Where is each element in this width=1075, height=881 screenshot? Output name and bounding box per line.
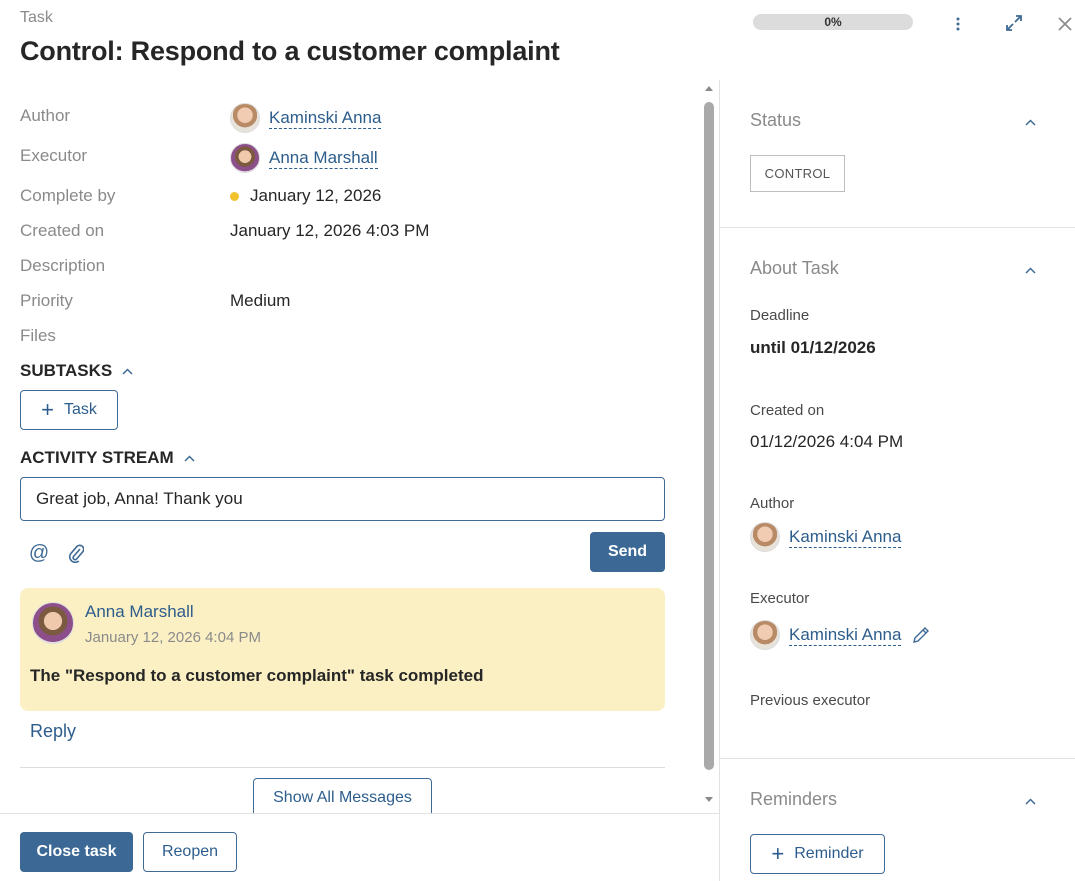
message-text: The "Respond to a customer complaint" ta… xyxy=(30,666,484,685)
divider xyxy=(720,758,1075,759)
plus-icon: + xyxy=(771,841,785,866)
author-link[interactable]: Kaminski Anna xyxy=(789,527,902,548)
add-subtask-label: Task xyxy=(63,401,97,418)
send-button[interactable]: Send xyxy=(590,532,665,572)
deadline-label: Deadline xyxy=(750,307,810,324)
executor-label: Executor xyxy=(750,590,810,607)
avatar xyxy=(230,143,260,173)
breadcrumb: Task xyxy=(20,9,53,26)
author-label: Author xyxy=(750,495,795,512)
plus-icon: + xyxy=(41,397,54,422)
avatar xyxy=(750,522,780,552)
message-author[interactable]: Anna Marshall xyxy=(85,602,194,622)
complete-by-date: January 12, 2026 xyxy=(250,186,382,205)
close-icon[interactable] xyxy=(1055,14,1075,34)
executor-value: Kaminski Anna xyxy=(750,620,931,650)
about-task-section-title: About Task xyxy=(750,258,839,278)
more-options-icon[interactable] xyxy=(948,14,968,34)
files-label: Files xyxy=(20,326,56,345)
comment-input[interactable]: Great job, Anna! Thank you xyxy=(20,477,665,521)
created-on-value: 01/12/2026 4:04 PM xyxy=(750,432,904,451)
author-label: Author xyxy=(20,106,71,125)
deadline-value: until 01/12/2026 xyxy=(750,338,876,357)
activity-stream-heading[interactable]: ACTIVITY STREAM xyxy=(20,448,195,468)
mention-icon[interactable]: @ xyxy=(28,542,50,564)
chevron-up-icon[interactable] xyxy=(1025,794,1036,808)
author-value: Kaminski Anna xyxy=(230,103,382,133)
activity-message: Anna Marshall January 12, 2026 4:04 PM T… xyxy=(20,588,665,711)
scroll-down-icon[interactable] xyxy=(705,797,713,802)
chevron-up-icon[interactable] xyxy=(184,451,195,465)
divider xyxy=(20,767,665,768)
footer-bar: Close task Reopen xyxy=(0,813,720,881)
divider xyxy=(720,227,1075,228)
panel-divider xyxy=(719,80,720,881)
chevron-up-icon[interactable] xyxy=(1025,263,1036,277)
executor-label: Executor xyxy=(20,146,88,165)
reminders-section-title: Reminders xyxy=(750,789,838,809)
add-reminder-button[interactable]: + Reminder xyxy=(750,834,885,874)
complete-by-label: Complete by xyxy=(20,186,116,205)
deadline-status-dot xyxy=(230,191,239,201)
scrollbar-thumb[interactable] xyxy=(704,102,714,770)
activity-heading-text: ACTIVITY STREAM xyxy=(20,448,174,467)
page-title: Control: Respond to a customer complaint xyxy=(20,36,560,66)
priority-label: Priority xyxy=(20,291,73,310)
avatar xyxy=(750,620,780,650)
attachment-icon[interactable] xyxy=(65,542,87,564)
task-details-panel: Author Kaminski Anna Executor Anna Marsh… xyxy=(0,80,720,813)
edit-pencil-icon[interactable] xyxy=(911,625,931,645)
previous-executor-label: Previous executor xyxy=(750,692,871,709)
status-badge: CONTROL xyxy=(750,155,845,192)
subtasks-heading[interactable]: SUBTASKS xyxy=(20,361,133,381)
author-value: Kaminski Anna xyxy=(750,522,902,552)
close-task-button[interactable]: Close task xyxy=(20,832,133,872)
created-on-label: Created on xyxy=(20,221,105,240)
created-on-value: January 12, 2026 4:03 PM xyxy=(230,221,430,240)
avatar xyxy=(32,602,74,644)
chevron-up-icon[interactable] xyxy=(1025,115,1036,129)
scroll-up-icon[interactable] xyxy=(705,86,713,91)
chevron-up-icon[interactable] xyxy=(122,364,133,378)
message-time: January 12, 2026 4:04 PM xyxy=(85,629,261,646)
reopen-button[interactable]: Reopen xyxy=(143,832,237,872)
reply-link[interactable]: Reply xyxy=(30,721,76,742)
executor-link[interactable]: Anna Marshall xyxy=(269,148,378,169)
subtasks-heading-text: SUBTASKS xyxy=(20,361,113,380)
description-label: Description xyxy=(20,256,106,275)
executor-link[interactable]: Kaminski Anna xyxy=(789,625,902,646)
status-section-title: Status xyxy=(750,110,802,130)
executor-value: Anna Marshall xyxy=(230,143,378,173)
add-subtask-button[interactable]: + Task xyxy=(20,390,118,430)
avatar xyxy=(230,103,260,133)
priority-value: Medium xyxy=(230,291,291,310)
progress-bar: 0% xyxy=(753,14,913,30)
expand-icon[interactable] xyxy=(1004,13,1024,33)
add-reminder-label: Reminder xyxy=(794,845,864,862)
author-link[interactable]: Kaminski Anna xyxy=(269,108,382,129)
show-all-messages-button[interactable]: Show All Messages xyxy=(253,778,432,813)
created-on-label: Created on xyxy=(750,402,825,419)
complete-by-value: January 12, 2026 xyxy=(230,186,381,206)
